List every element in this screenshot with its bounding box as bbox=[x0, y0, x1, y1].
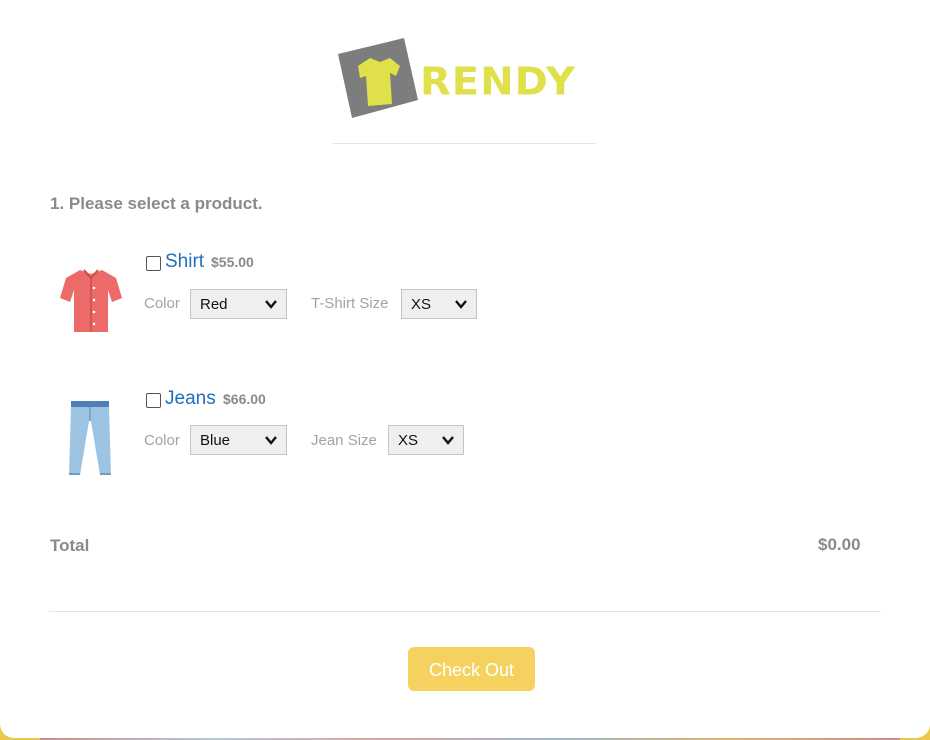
section-title: 1. Please select a product. bbox=[50, 194, 263, 213]
shirt-price: $55.00 bbox=[211, 254, 254, 270]
header-divider bbox=[333, 143, 596, 144]
shirt-size-value: XS bbox=[411, 296, 432, 313]
jeans-color-value: Blue bbox=[200, 432, 231, 449]
chevron-down-icon bbox=[265, 300, 277, 309]
shirt-size-label: T-Shirt Size bbox=[311, 295, 389, 312]
chevron-down-icon bbox=[265, 436, 277, 445]
total-value: $0.00 bbox=[818, 535, 861, 554]
chevron-down-icon bbox=[455, 300, 467, 309]
logo-tshirt-mark-icon bbox=[338, 38, 418, 118]
shirt-color-select[interactable]: Red bbox=[190, 289, 287, 319]
jeans-price: $66.00 bbox=[223, 391, 266, 407]
shirt-icon bbox=[60, 269, 122, 332]
shirt-color-value: Red bbox=[200, 296, 228, 313]
check-out-button[interactable]: Check Out bbox=[408, 647, 535, 691]
jeans-size-select[interactable]: XS bbox=[388, 425, 464, 455]
chevron-down-icon bbox=[442, 436, 454, 445]
jeans-name[interactable]: Jeans bbox=[165, 388, 216, 410]
footer-divider bbox=[49, 611, 881, 612]
shirt-color-label: Color bbox=[144, 295, 180, 312]
jeans-size-label: Jean Size bbox=[311, 432, 377, 449]
jeans-size-value: XS bbox=[398, 432, 419, 449]
total-label: Total bbox=[50, 536, 90, 555]
jeans-icon bbox=[69, 401, 111, 475]
trendy-logo: RENDY bbox=[336, 36, 576, 120]
jeans-color-label: Color bbox=[144, 432, 180, 449]
jeans-checkbox[interactable] bbox=[146, 393, 161, 408]
jeans-color-select[interactable]: Blue bbox=[190, 425, 287, 455]
checkout-form-card: RENDY 1. Please select a product. Shirt … bbox=[0, 0, 930, 738]
shirt-name[interactable]: Shirt bbox=[165, 251, 204, 273]
shirt-checkbox[interactable] bbox=[146, 256, 161, 271]
shirt-size-select[interactable]: XS bbox=[401, 289, 477, 319]
logo-wordmark: RENDY bbox=[420, 60, 576, 104]
